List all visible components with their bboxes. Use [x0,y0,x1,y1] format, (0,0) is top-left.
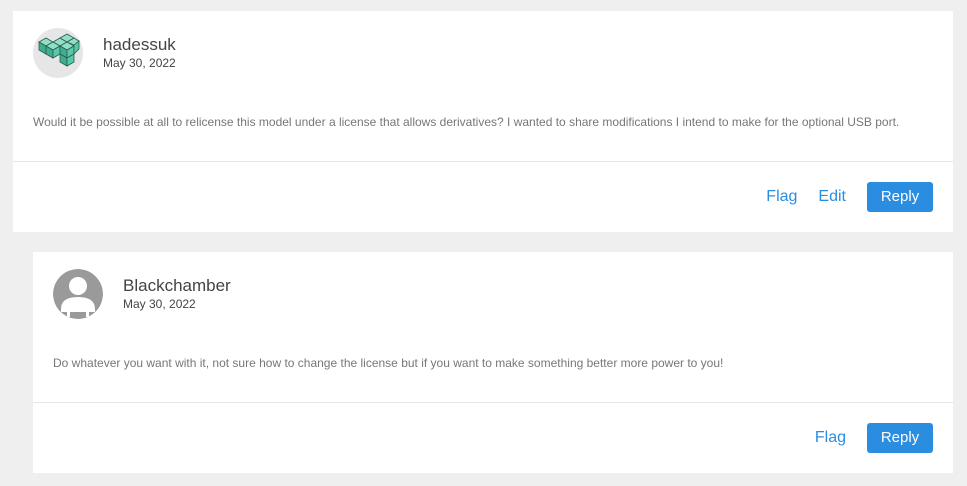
reply-comment-card: Blackchamber May 30, 2022 Do whatever yo… [33,252,953,473]
edit-link[interactable]: Edit [818,182,846,212]
avatar[interactable] [53,269,103,319]
comment-actions: Flag Reply [815,423,933,453]
comment-author[interactable]: hadessuk [103,35,176,55]
divider [33,402,953,403]
comment-author[interactable]: Blackchamber [123,276,231,296]
avatar[interactable] [33,28,83,78]
comment-body: Would it be possible at all to relicense… [33,115,900,129]
reply-button[interactable]: Reply [867,423,933,453]
comment-date: May 30, 2022 [123,297,196,311]
flag-link[interactable]: Flag [815,423,846,453]
default-user-icon [53,269,103,319]
divider [13,161,953,162]
comment-actions: Flag Edit Reply [766,182,933,212]
comment-body: Do whatever you want with it, not sure h… [53,356,724,370]
comment-date: May 30, 2022 [103,56,176,70]
comment-card: hadessuk May 30, 2022 Would it be possib… [13,11,953,232]
isometric-blocks-icon [33,28,83,78]
flag-link[interactable]: Flag [766,182,797,212]
reply-button[interactable]: Reply [867,182,933,212]
